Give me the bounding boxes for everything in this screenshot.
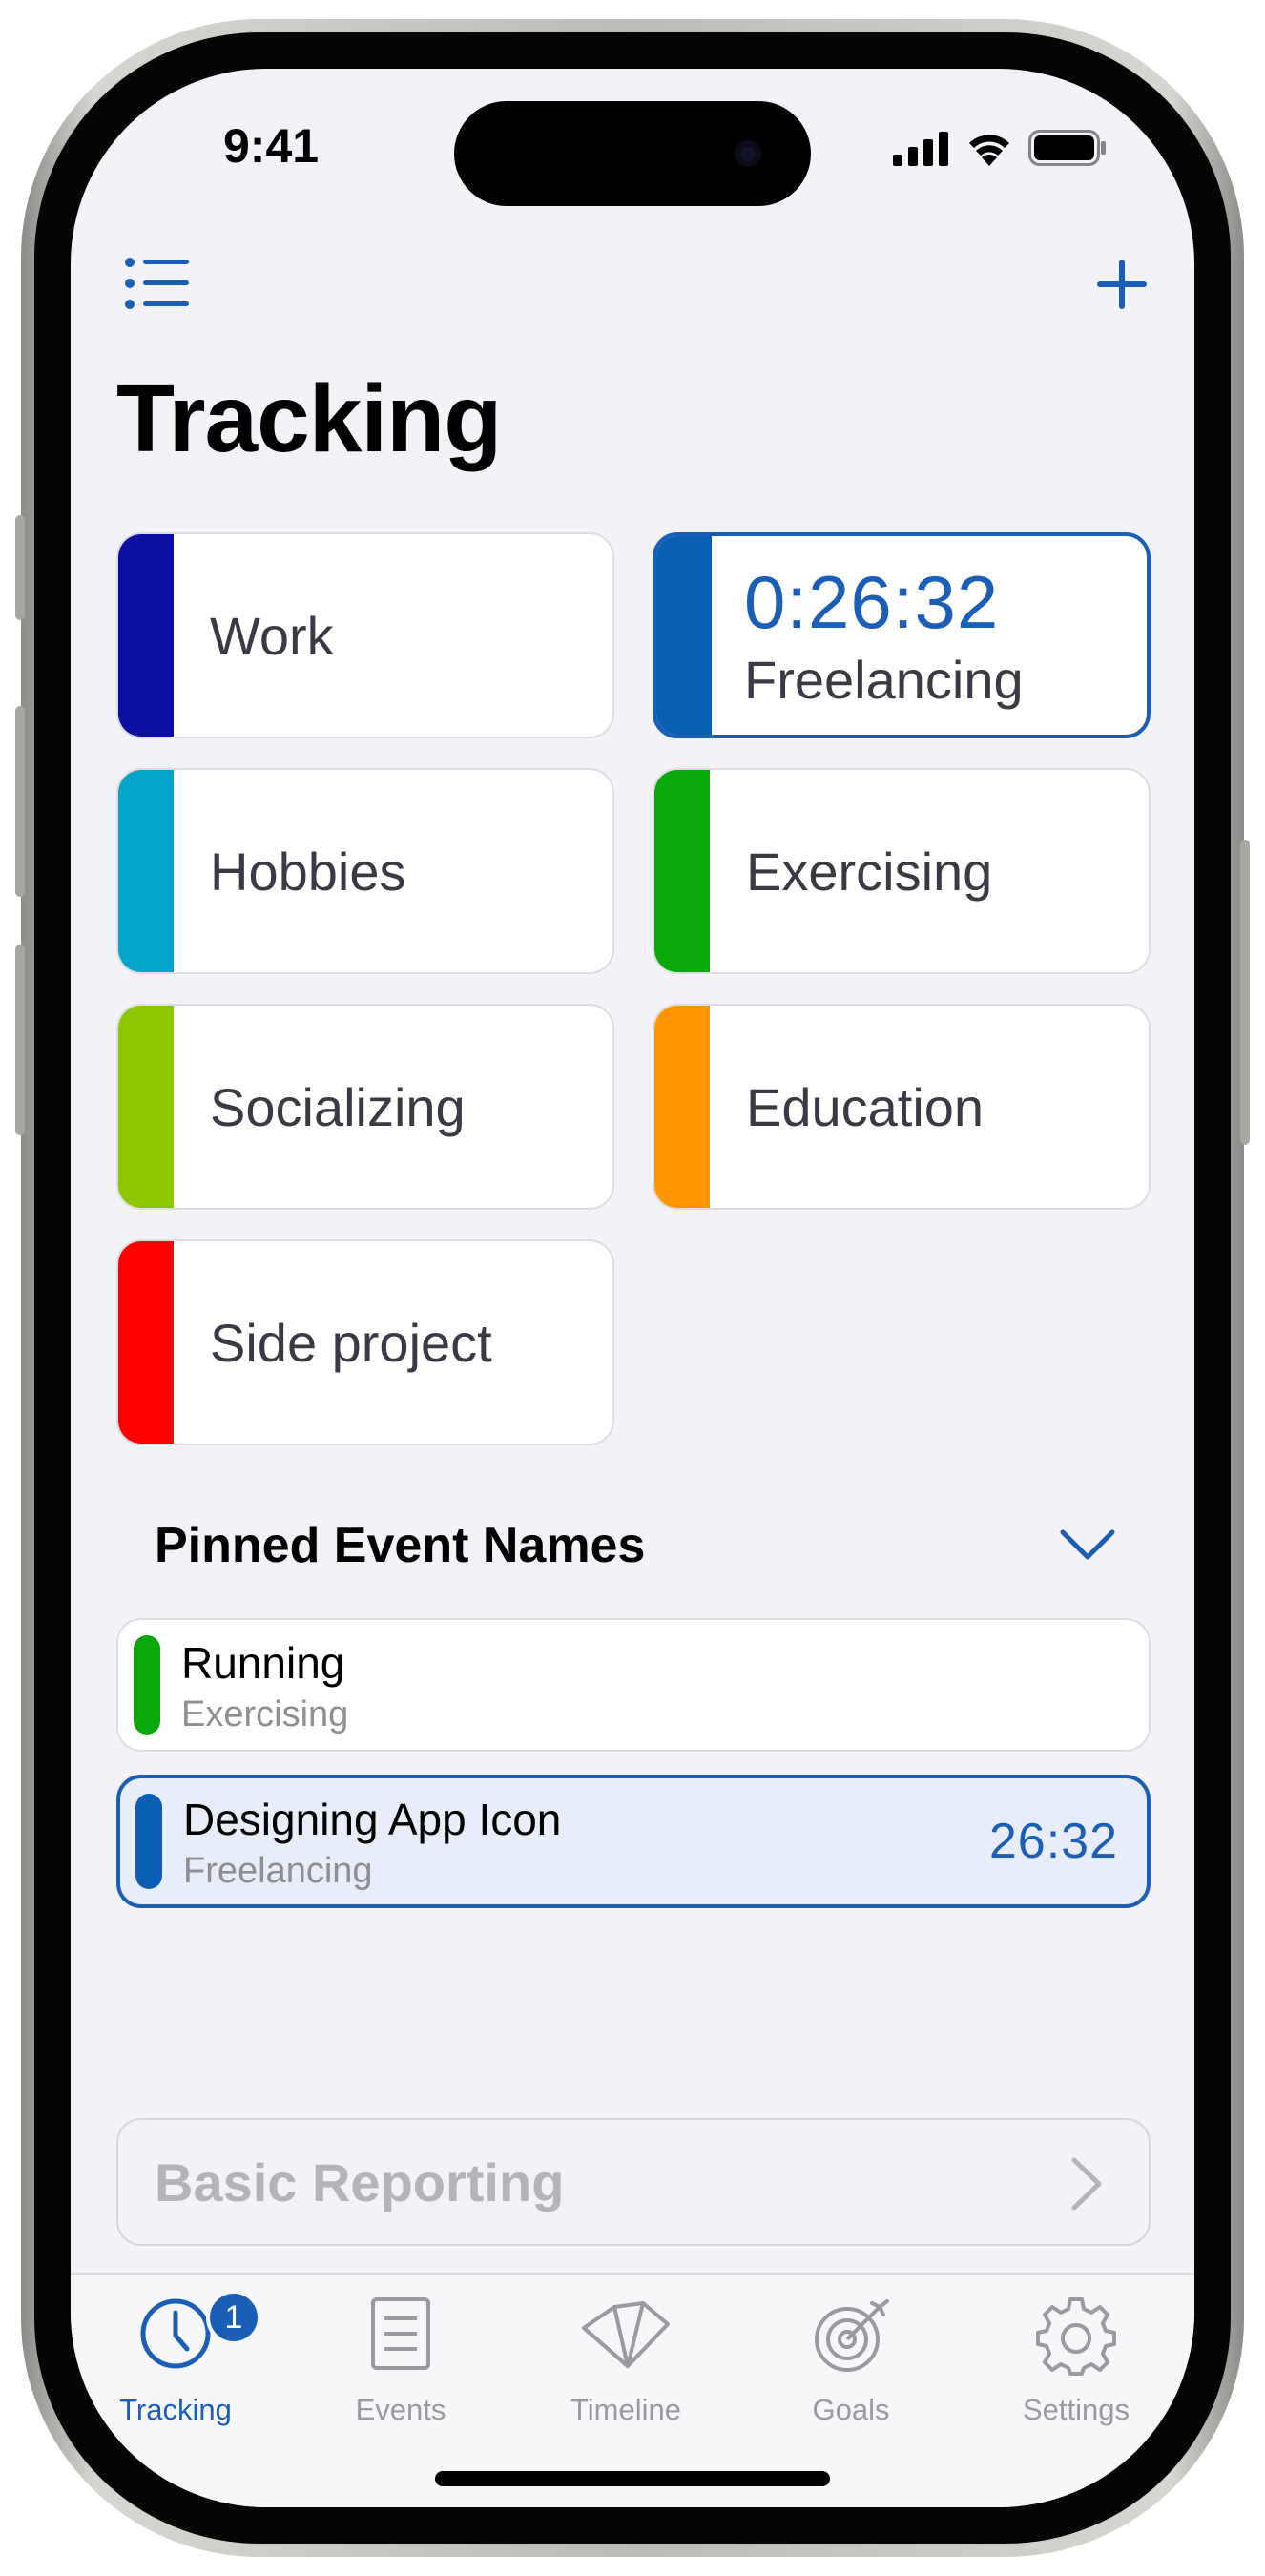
list-icon: [125, 258, 189, 309]
category-label: Freelancing: [744, 650, 1024, 710]
target-icon: [815, 2299, 889, 2372]
event-name: Running: [181, 1638, 345, 1688]
category-label: Socializing: [210, 1076, 466, 1137]
chevron-down-icon: [1060, 1529, 1115, 1560]
category-tile-socializing[interactable]: Socializing: [116, 1004, 614, 1210]
category-color-stripe: [118, 534, 174, 737]
tab-label: Timeline: [570, 2393, 681, 2426]
document-icon: [371, 2297, 430, 2370]
category-color-stripe: [118, 770, 174, 972]
category-tile-hobbies[interactable]: Hobbies: [116, 768, 614, 974]
tab-events[interactable]: Events: [305, 2286, 496, 2439]
category-tile-exercising[interactable]: Exercising: [653, 768, 1151, 974]
event-name: Designing App Icon: [183, 1795, 562, 1844]
category-tile-work[interactable]: Work: [116, 532, 614, 738]
action-button: [15, 515, 25, 620]
tab-label: Tracking: [119, 2393, 232, 2426]
category-label: Side project: [210, 1312, 492, 1373]
category-color-stripe: [654, 1006, 710, 1208]
collapse-button[interactable]: [1059, 1528, 1116, 1568]
volume-up-button: [15, 706, 25, 897]
tab-label: Goals: [812, 2393, 890, 2426]
dynamic-island: [454, 101, 811, 206]
cellular-signal-icon: [893, 132, 948, 166]
tracking-badge: 1: [206, 2290, 261, 2345]
tab-timeline[interactable]: Timeline: [530, 2286, 721, 2439]
tab-label: Settings: [1022, 2393, 1130, 2426]
basic-reporting-row[interactable]: Basic Reporting: [116, 2118, 1151, 2246]
category-color-stripe: [654, 770, 710, 972]
menu-button[interactable]: [124, 256, 191, 316]
category-tile-side-project[interactable]: Side project: [116, 1239, 614, 1445]
category-color-stripe: [656, 536, 712, 735]
event-duration: 26:32: [988, 1814, 1118, 1869]
event-color-pill: [135, 1794, 162, 1889]
tab-tracking[interactable]: 1 Tracking: [80, 2286, 271, 2439]
wifi-icon: [969, 135, 1009, 166]
tab-settings[interactable]: Settings: [981, 2286, 1172, 2439]
category-color-stripe: [118, 1006, 174, 1208]
volume-down-button: [15, 945, 25, 1135]
clock-icon: [140, 2298, 211, 2369]
tab-label: Events: [355, 2393, 446, 2426]
power-button: [1240, 840, 1250, 1145]
category-label: Hobbies: [210, 841, 406, 902]
pinned-event-running[interactable]: Running Exercising: [116, 1618, 1151, 1752]
category-label: Education: [746, 1076, 985, 1137]
category-tile-freelancing[interactable]: 0:26:32 Freelancing: [653, 532, 1151, 738]
home-indicator[interactable]: [435, 2471, 830, 2486]
battery-icon: [1028, 130, 1106, 166]
gear-icon: [1036, 2297, 1116, 2376]
event-color-pill: [134, 1635, 160, 1735]
tab-goals[interactable]: Goals: [756, 2286, 946, 2439]
chevron-right-icon: [1071, 2157, 1102, 2211]
event-category: Exercising: [181, 1694, 349, 1735]
pinned-event-designing-app-icon[interactable]: Designing App Icon Freelancing 26:32: [116, 1775, 1151, 1908]
plus-icon: [1097, 260, 1147, 309]
category-color-stripe: [118, 1241, 174, 1444]
add-button[interactable]: [1093, 256, 1151, 318]
category-label: Work: [210, 605, 334, 666]
screen: 9:41 Tracking Work 0:26:32 Freelancing H…: [71, 69, 1194, 2507]
event-category: Freelancing: [183, 1851, 373, 1891]
timeline-icon: [582, 2301, 670, 2368]
running-timer: 0:26:32: [744, 560, 1000, 644]
category-label: Exercising: [746, 841, 993, 902]
category-tile-education[interactable]: Education: [653, 1004, 1151, 1210]
pinned-section-title: Pinned Event Names: [155, 1518, 646, 1573]
status-icons: [893, 128, 1107, 166]
basic-reporting-label: Basic Reporting: [155, 2151, 565, 2212]
camera-icon: [735, 140, 761, 167]
page-title: Tracking: [116, 365, 502, 472]
